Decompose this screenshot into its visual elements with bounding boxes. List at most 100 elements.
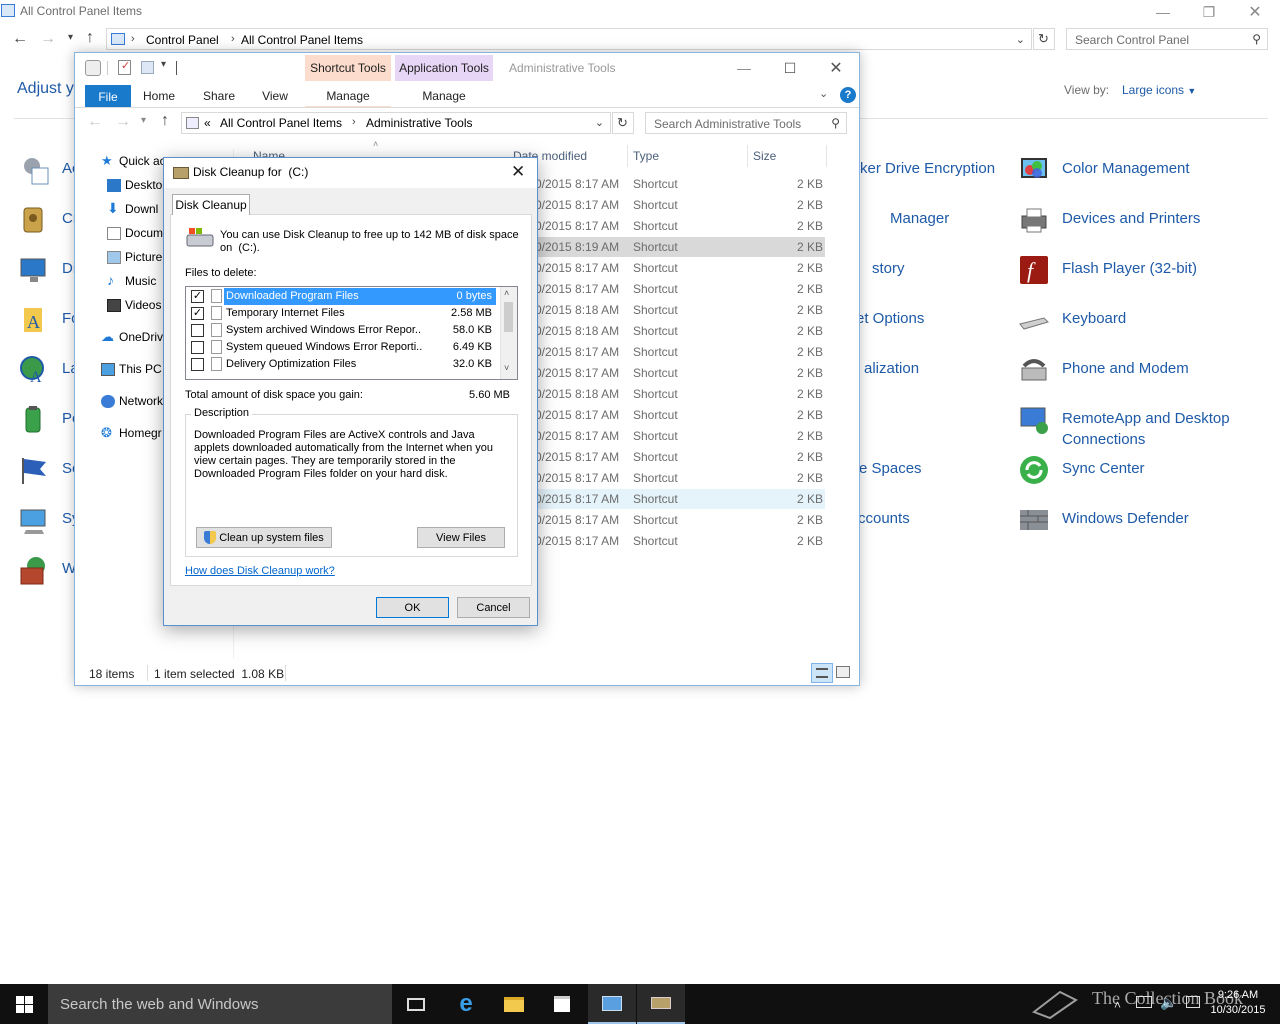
disk-cleanup-taskbar-icon[interactable] [637, 984, 685, 1024]
file-category-item[interactable]: Delivery Optimization Files 32.0 KB [186, 356, 500, 373]
file-category-size: 32.0 KB [452, 358, 492, 370]
windows-logo-icon [15, 995, 33, 1013]
file-row[interactable]: 0/2015 8:18 AM Shortcut 2 KB [535, 384, 825, 404]
large-icons-view-icon[interactable] [836, 666, 850, 678]
file-row[interactable]: 0/2015 8:17 AM Shortcut 2 KB [535, 342, 825, 362]
row-size: 2 KB [796, 198, 823, 212]
taskbar-search-input[interactable]: Search the web and Windows [48, 984, 392, 1024]
help-link[interactable]: How does Disk Cleanup work? [185, 565, 335, 577]
scroll-down-icon[interactable]: ˅ [504, 363, 509, 373]
row-size: 2 KB [796, 282, 823, 296]
file-row[interactable]: 0/2015 8:17 AM Shortcut 2 KB [535, 195, 825, 215]
recent-locations-chevron-icon[interactable]: ▾ [68, 32, 73, 43]
breadcrumb-separator-icon: › [231, 33, 235, 45]
files-to-delete-list[interactable]: ✓ Downloaded Program Files 0 bytes ✓ Tempora… [185, 286, 518, 380]
row-date: 0/2015 8:17 AM [535, 219, 620, 233]
breadcrumb-control-panel[interactable]: Control Panel [146, 33, 219, 47]
file-row[interactable]: 0/2015 8:17 AM Shortcut 2 KB [535, 426, 825, 446]
status-bar: 18 items 1 item selected 1.08 KB [75, 663, 859, 685]
scroll-thumb[interactable] [504, 302, 513, 332]
row-size: 2 KB [796, 177, 823, 191]
file-category-item[interactable]: ✓ Temporary Internet Files 2.58 MB [186, 305, 500, 322]
row-type: Shortcut [633, 450, 678, 464]
disk-cleanup-info: You can use Disk Cleanup to free up to 1… [220, 229, 519, 254]
volume-icon[interactable]: 🔈 [1160, 994, 1177, 1011]
file-row[interactable]: 0/2015 8:17 AM Shortcut 2 KB [535, 174, 825, 194]
details-view-icon[interactable] [811, 663, 833, 683]
button-label: Clean up system files [219, 531, 324, 544]
file-category-item[interactable]: System archived Windows Error Repor... 58… [186, 322, 500, 339]
row-size: 2 KB [796, 513, 823, 527]
file-row[interactable]: 0/2015 8:17 AM Shortcut 2 KB [535, 216, 825, 236]
row-size: 2 KB [796, 450, 823, 464]
row-date: 0/2015 8:17 AM [535, 366, 620, 380]
tab-disk-cleanup[interactable]: Disk Cleanup [172, 194, 250, 215]
cp-item-label: story [872, 260, 905, 277]
row-type: Shortcut [633, 198, 678, 212]
file-row[interactable]: 0/2015 8:19 AM Shortcut 2 KB [535, 237, 825, 257]
files-list-container: ✓ Downloaded Program Files 0 bytes ✓ Tempora… [186, 287, 517, 379]
fonts-icon: A [18, 304, 50, 336]
file-category-checkbox[interactable] [191, 341, 204, 354]
view-by-dropdown[interactable]: Large icons ▼ [1122, 83, 1196, 97]
file-row[interactable]: 0/2015 8:17 AM Shortcut 2 KB [535, 405, 825, 425]
refresh-icon[interactable]: ↻ [1033, 28, 1055, 50]
address-dropdown-icon[interactable]: ⌄ [1016, 33, 1025, 46]
file-row[interactable]: 0/2015 8:17 AM Shortcut 2 KB [535, 510, 825, 530]
breadcrumb-all-items[interactable]: All Control Panel Items [241, 33, 363, 47]
row-size: 2 KB [796, 429, 823, 443]
list-scrollbar[interactable]: ˄ ˅ [500, 287, 517, 379]
back-arrow-icon[interactable]: ← [12, 30, 28, 48]
task-view-icon[interactable] [392, 984, 440, 1024]
network-tray-icon[interactable] [1136, 996, 1152, 1008]
address-box[interactable]: › Control Panel › All Control Panel Item… [106, 28, 1032, 50]
control-panel-search-input[interactable]: Search Control Panel ⚲ [1066, 28, 1268, 50]
file-row[interactable]: 0/2015 8:17 AM Shortcut 2 KB [535, 363, 825, 383]
ok-button[interactable]: OK [376, 597, 449, 618]
file-category-checkbox[interactable]: ✓ [191, 290, 204, 303]
close-icon[interactable]: ✕ [511, 162, 525, 182]
dialog-title: Disk Cleanup for (C:) [193, 165, 309, 179]
file-row[interactable]: 0/2015 8:18 AM Shortcut 2 KB [535, 321, 825, 341]
file-row[interactable]: 0/2015 8:17 AM Shortcut 2 KB [535, 489, 825, 509]
defender-icon [1018, 504, 1050, 536]
row-date: 0/2015 8:17 AM [535, 450, 620, 464]
file-category-name: Downloaded Program Files [226, 290, 359, 302]
scroll-up-icon[interactable]: ˄ [504, 288, 509, 298]
file-row[interactable]: 0/2015 8:18 AM Shortcut 2 KB [535, 300, 825, 320]
up-arrow-icon[interactable]: ↑ [86, 29, 94, 47]
cp-item-label: et Options [856, 310, 925, 327]
start-button[interactable] [0, 984, 48, 1024]
row-type: Shortcut [633, 303, 678, 317]
close-icon[interactable]: ✕ [1232, 0, 1278, 24]
show-hidden-icons-icon[interactable]: ˄ [1114, 998, 1121, 1012]
control-panel-taskbar-icon[interactable] [588, 984, 636, 1024]
file-row[interactable]: 0/2015 8:17 AM Shortcut 2 KB [535, 279, 825, 299]
file-row[interactable]: 0/2015 8:17 AM Shortcut 2 KB [535, 531, 825, 551]
row-date: 0/2015 8:17 AM [535, 492, 620, 506]
view-files-button[interactable]: View Files [417, 527, 505, 548]
sync-icon [1018, 454, 1050, 486]
store-icon[interactable] [538, 984, 586, 1024]
minimize-icon[interactable]: — [1140, 0, 1186, 24]
file-category-checkbox[interactable] [191, 358, 204, 371]
file-category-item[interactable]: ✓ Downloaded Program Files 0 bytes [186, 288, 500, 305]
restore-icon[interactable]: ❐ [1186, 0, 1232, 24]
description-text: Downloaded Program Files are ActiveX con… [194, 429, 494, 480]
file-row[interactable]: 0/2015 8:17 AM Shortcut 2 KB [535, 447, 825, 467]
cancel-button[interactable]: Cancel [457, 597, 530, 618]
edge-icon[interactable]: e [442, 984, 490, 1024]
file-category-item[interactable]: System queued Windows Error Reporti... 6.… [186, 339, 500, 356]
file-category-checkbox[interactable]: ✓ [191, 307, 204, 320]
action-center-icon[interactable] [1186, 996, 1200, 1008]
clean-up-system-files-button[interactable]: Clean up system files [196, 527, 332, 548]
language-icon: A [18, 354, 50, 386]
forward-arrow-icon[interactable]: → [40, 30, 56, 48]
file-explorer-icon[interactable] [490, 984, 538, 1024]
file-row[interactable]: 0/2015 8:17 AM Shortcut 2 KB [535, 468, 825, 488]
row-size: 2 KB [796, 387, 823, 401]
file-row[interactable]: 0/2015 8:17 AM Shortcut 2 KB [535, 258, 825, 278]
file-category-checkbox[interactable] [191, 324, 204, 337]
taskbar-clock[interactable]: 9:26 AM 10/30/2015 [1200, 988, 1276, 1018]
row-type: Shortcut [633, 261, 678, 275]
